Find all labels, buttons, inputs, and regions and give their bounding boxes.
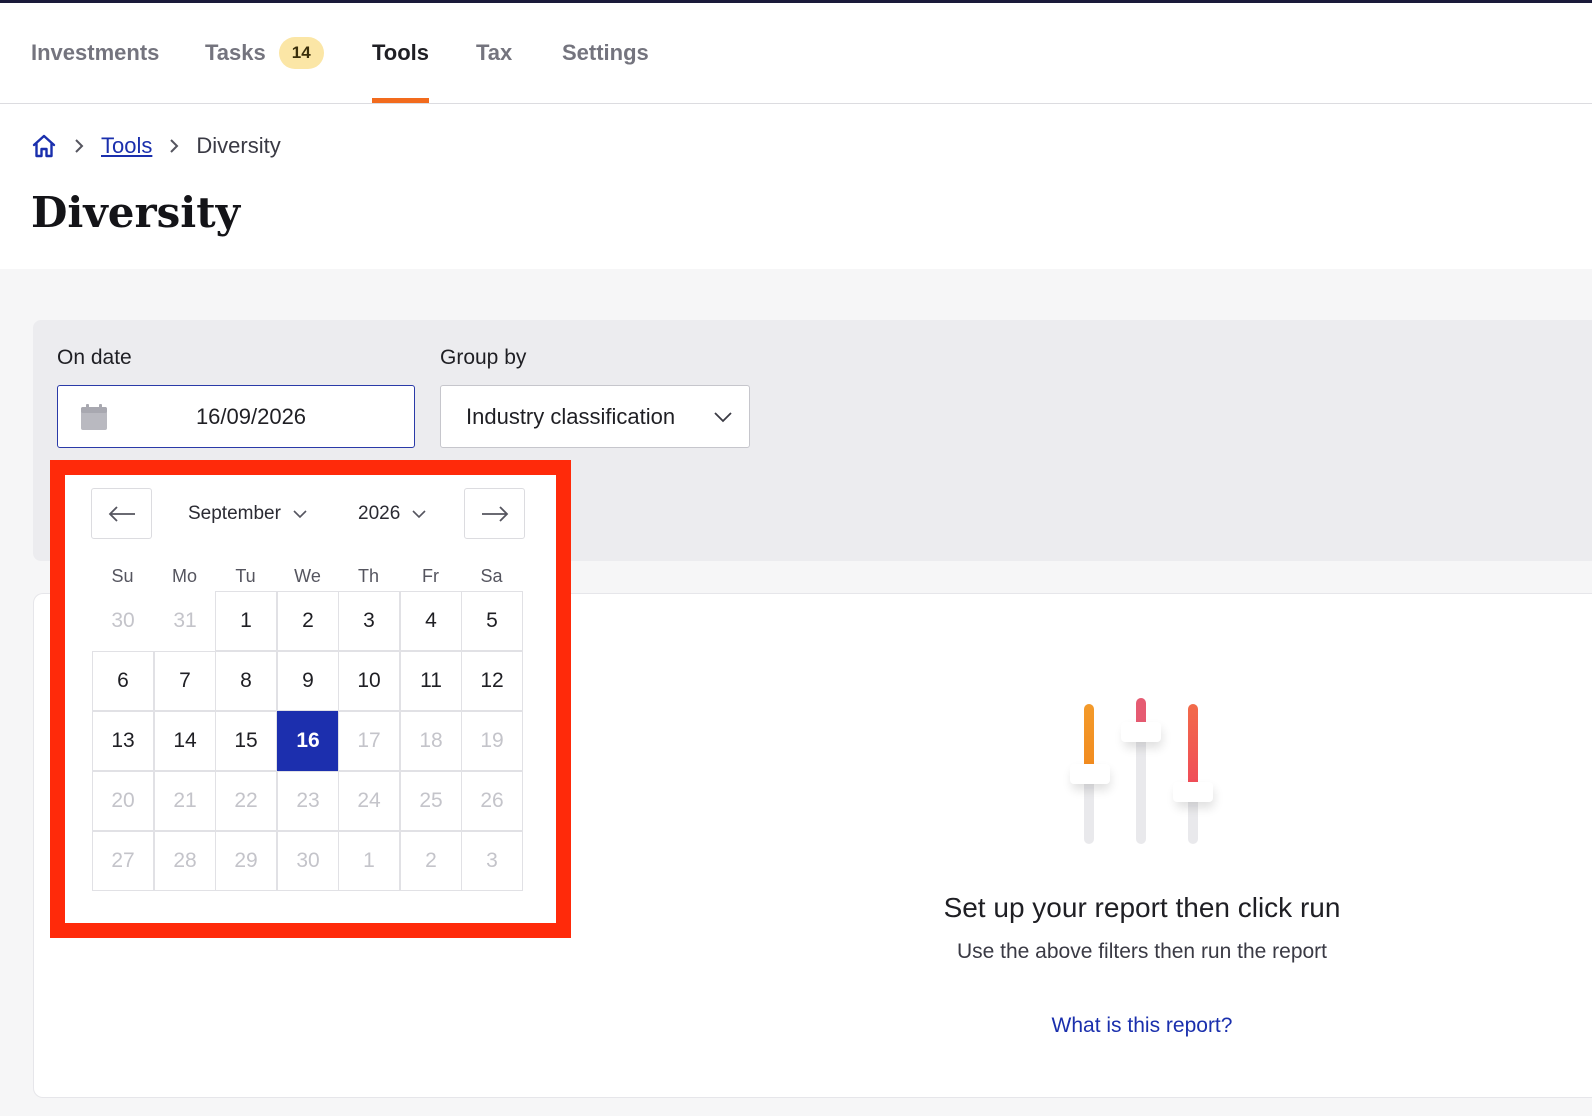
chevron-down-icon [293,510,307,519]
sliders-icon [1030,690,1250,855]
tab-tax[interactable]: Tax [476,3,512,103]
previous-month-button[interactable] [91,488,152,539]
weekday-label: Th [357,566,379,586]
tasks-count-badge: 14 [278,37,324,69]
calendar-day[interactable]: 3 [338,591,400,651]
calendar-day[interactable]: 30 [277,831,339,891]
calendar-day[interactable]: 4 [400,591,462,651]
chevron-down-icon [412,510,426,519]
chevron-right-icon [75,139,84,153]
calendar-day[interactable]: 29 [215,831,277,891]
weekday-label: Sa [480,566,503,586]
weekday-label: Mo [171,566,197,586]
top-navigation: Investments Tasks 14 Tools Tax Settings [0,3,1592,104]
empty-state-title: Set up your report then click run [943,892,1341,923]
on-date-label: On date [57,346,132,369]
calendar-day[interactable]: 5 [461,591,523,651]
calendar-day[interactable]: 3 [461,831,523,891]
tab-settings-label: Settings [562,40,649,65]
calendar-day[interactable]: 30 [92,591,154,651]
calendar-day[interactable]: 6 [92,651,154,711]
calendar-day[interactable]: 25 [400,771,462,831]
page-header: Tools Diversity Diversity [0,104,1592,269]
tab-tools-label: Tools [372,40,430,65]
arrow-left-icon [108,505,135,522]
calendar-day[interactable]: 22 [215,771,277,831]
calendar-day[interactable]: 15 [215,711,277,771]
calendar-day[interactable]: 27 [92,831,154,891]
year-select[interactable]: 2026 [358,500,426,528]
tab-tasks[interactable]: Tasks 14 [205,3,324,103]
calendar-day[interactable]: 12 [461,651,523,711]
group-by-select[interactable]: Industry classification [440,385,750,448]
weekday-label: Fr [422,566,439,586]
weekday-label: Su [111,566,134,586]
tab-tasks-label: Tasks [205,40,266,65]
calendar-day[interactable]: 2 [277,591,339,651]
calendar-icon [81,404,107,430]
month-value: September [188,503,281,524]
calendar-day[interactable]: 9 [277,651,339,711]
year-value: 2026 [358,503,401,524]
calendar-day[interactable]: 8 [215,651,277,711]
group-by-label: Group by [440,346,527,369]
empty-state-subtitle: Use the above filters then run the repor… [956,940,1328,963]
calendar-day[interactable]: 14 [154,711,216,771]
calendar-day[interactable]: 17 [338,711,400,771]
tab-investments[interactable]: Investments [31,3,159,103]
calendar-day[interactable]: 21 [154,771,216,831]
page-title: Diversity [31,188,241,237]
next-month-button[interactable] [464,488,525,539]
calendar-day[interactable]: 7 [154,651,216,711]
tab-settings[interactable]: Settings [562,3,649,103]
arrow-right-icon [481,505,508,522]
calendar-day-selected[interactable]: 16 [277,711,339,771]
tab-tools[interactable]: Tools [372,3,430,103]
calendar-day[interactable]: 20 [92,771,154,831]
calendar-day[interactable]: 2 [400,831,462,891]
weekday-label: Tu [235,566,256,586]
calendar-day[interactable]: 1 [338,831,400,891]
calendar-day[interactable]: 11 [400,651,462,711]
what-is-this-report-link[interactable]: What is this report? [890,1014,1394,1038]
calendar-day[interactable]: 19 [461,711,523,771]
calendar-day[interactable]: 1 [215,591,277,651]
on-date-input[interactable]: 16/09/2026 [57,385,415,448]
tab-investments-label: Investments [31,40,160,65]
calendar-day[interactable]: 28 [154,831,216,891]
on-date-value: 16/09/2026 [195,403,307,429]
breadcrumb: Tools Diversity [31,131,281,161]
group-by-value: Industry classification [466,403,676,429]
chevron-right-icon [170,139,179,153]
calendar-day[interactable]: 23 [277,771,339,831]
calendar-day[interactable]: 18 [400,711,462,771]
active-tab-indicator [372,98,430,103]
breadcrumb-current: Diversity [196,133,281,158]
weekday-label: We [294,566,321,586]
calendar-day[interactable]: 10 [338,651,400,711]
calendar-day[interactable]: 31 [154,591,216,651]
tab-tax-label: Tax [476,40,513,65]
chevron-down-icon [714,412,732,423]
calendar-day[interactable]: 26 [461,771,523,831]
month-select[interactable]: September [188,500,307,528]
breadcrumb-tools-link[interactable]: Tools [101,133,152,159]
calendar-day[interactable]: 13 [92,711,154,771]
home-icon[interactable] [31,133,57,159]
calendar-day[interactable]: 24 [338,771,400,831]
